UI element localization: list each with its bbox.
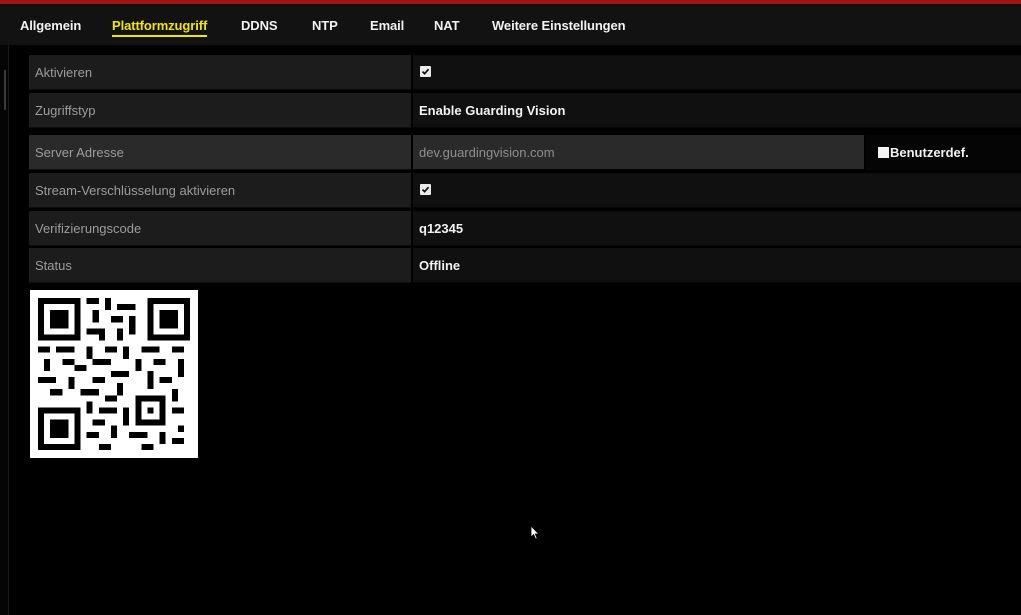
custom-server-checkbox[interactable]: [878, 147, 889, 158]
row-enable: Aktivieren: [29, 55, 1021, 90]
row-server-address: Server Adresse dev.guardingvision.com Be…: [29, 135, 1021, 170]
row-label-cell: Server Adresse: [29, 135, 411, 170]
enable-label: Aktivieren: [35, 65, 93, 80]
enable-checkbox[interactable]: [420, 66, 431, 77]
row-label-cell: Status: [29, 248, 411, 283]
qr-code-icon: [38, 298, 190, 450]
row-verification-code: Verifizierungscode q12345: [29, 211, 1021, 246]
access-type-select[interactable]: Enable Guarding Vision: [413, 93, 1021, 128]
checkmark-icon: [421, 68, 430, 75]
row-value-cell: [413, 55, 1021, 90]
left-panel-edge: [0, 45, 8, 615]
row-label-cell: Verifizierungscode: [29, 211, 411, 246]
tab-weitere-einstellungen[interactable]: Weitere Einstellungen: [492, 4, 626, 45]
access-type-label: Zugriffstyp: [35, 103, 96, 118]
tab-email[interactable]: Email: [370, 4, 404, 45]
mouse-cursor-icon: [530, 525, 540, 546]
row-stream-encryption: Stream-Verschlüsselung aktivieren: [29, 173, 1021, 208]
stream-encryption-label: Stream-Verschlüsselung aktivieren: [35, 183, 236, 198]
verification-code-input[interactable]: q12345: [413, 211, 1021, 246]
server-address-label: Server Adresse: [35, 145, 124, 160]
access-type-value: Enable Guarding Vision: [419, 103, 566, 118]
tab-allgemein[interactable]: Allgemein: [20, 4, 81, 45]
tab-ddns[interactable]: DDNS: [241, 4, 278, 45]
tab-plattformzugriff[interactable]: Plattformzugriff: [112, 4, 208, 45]
verification-code-label: Verifizierungscode: [35, 221, 142, 236]
status-value: Offline: [419, 258, 461, 273]
tab-nat[interactable]: NAT: [434, 4, 460, 45]
left-divider: [8, 45, 9, 615]
status-label: Status: [35, 258, 72, 273]
platform-access-settings-window: Allgemein Plattformzugriff DDNS NTP Emai…: [0, 0, 1021, 615]
left-scroll-indicator: [4, 70, 6, 110]
server-address-field[interactable]: dev.guardingvision.com: [413, 135, 864, 170]
row-label-cell: Stream-Verschlüsselung aktivieren: [29, 173, 411, 208]
settings-tab-bar: Allgemein Plattformzugriff DDNS NTP Emai…: [0, 4, 1021, 45]
row-label-cell: Zugriffstyp: [29, 93, 411, 128]
server-address-value: dev.guardingvision.com: [419, 145, 555, 160]
row-status: Status Offline: [29, 248, 1021, 283]
row-label-cell: Aktivieren: [29, 55, 411, 90]
stream-encryption-checkbox[interactable]: [420, 184, 431, 195]
row-value-cell: Offline: [413, 248, 1021, 283]
row-value-cell: [413, 173, 1021, 208]
row-access-type: Zugriffstyp Enable Guarding Vision: [29, 93, 1021, 128]
custom-server-option: Benutzerdef.: [866, 135, 1021, 170]
qr-code: [30, 290, 198, 458]
tab-ntp[interactable]: NTP: [312, 4, 338, 45]
checkmark-icon: [421, 186, 430, 193]
custom-server-label: Benutzerdef.: [890, 145, 969, 160]
verification-code-value: q12345: [419, 221, 464, 236]
